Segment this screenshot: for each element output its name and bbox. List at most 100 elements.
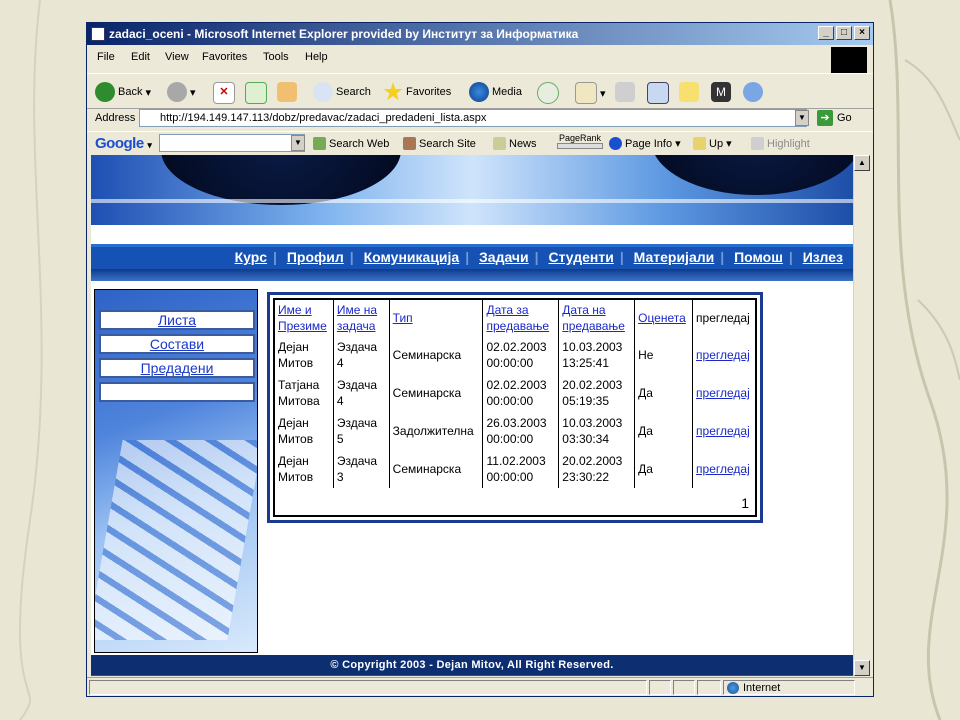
menu-file[interactable]: File — [97, 51, 115, 63]
nav-materijali[interactable]: Материјали — [634, 249, 715, 265]
title-bar: zadaci_oceni - Microsoft Internet Explor… — [87, 23, 873, 45]
edit-button[interactable] — [647, 82, 669, 104]
menu-tools[interactable]: Tools — [263, 51, 289, 63]
news-button[interactable]: News — [493, 137, 537, 150]
close-button[interactable]: × — [854, 26, 870, 40]
binoculars-icon — [313, 137, 326, 150]
search-web-button[interactable]: Search Web — [313, 137, 389, 150]
side-panel: Листа Состави Предадени — [94, 289, 258, 653]
up-button[interactable]: Up ▾ — [693, 137, 732, 150]
highlighter-icon — [751, 137, 764, 150]
sort-due-date-header[interactable]: Дата за предавање — [486, 303, 549, 333]
google-dropdown-icon[interactable]: ▼ — [291, 135, 305, 151]
keyboard-graphic — [95, 440, 257, 640]
maximize-button[interactable]: □ — [836, 26, 852, 40]
cell-graded: Да — [634, 374, 694, 412]
nav-komunikacija[interactable]: Комуникација — [364, 249, 460, 265]
mail-button[interactable]: ▾ — [575, 82, 606, 104]
cell-task: Эздача 4 — [333, 336, 390, 374]
cell-graded: Да — [634, 450, 694, 488]
internet-globe-icon — [727, 682, 739, 694]
favorites-button[interactable]: Favorites — [383, 82, 451, 102]
discuss-button[interactable] — [679, 82, 699, 102]
sidebar-link-lista[interactable]: Листа — [158, 312, 196, 328]
sidebar-item-predadeni[interactable]: Предадени — [99, 358, 255, 378]
cell-type: Задолжителна — [389, 412, 484, 450]
nav-pomosh[interactable]: Помош — [734, 249, 783, 265]
cell-submitted-date: 10.03.2003 13:25:41 — [558, 336, 636, 374]
minimize-button[interactable]: _ — [818, 26, 834, 40]
sort-name-header[interactable]: Име и Презиме — [278, 303, 327, 333]
cell-due-date: 26.03.2003 00:00:00 — [482, 412, 560, 450]
status-cell — [673, 680, 695, 695]
search-button[interactable]: Search — [313, 82, 371, 102]
messenger-icon — [743, 82, 763, 102]
messenger-m-button[interactable]: M — [711, 82, 731, 102]
note-icon — [679, 82, 699, 102]
nav-profil[interactable]: Профил — [287, 249, 344, 265]
google-search-input[interactable] — [159, 134, 305, 152]
toolbar: Back ▾ ▾ ✕ Search Favorites Media ▾ M — [87, 73, 873, 109]
search-site-button[interactable]: Search Site — [403, 137, 476, 150]
highlight-button[interactable]: Highlight — [751, 137, 810, 150]
refresh-button[interactable] — [245, 82, 267, 104]
sidebar-link-sostavi[interactable]: Состави — [150, 336, 204, 352]
sidebar-item-lista[interactable]: Листа — [99, 310, 255, 330]
cell-student: Дејан Митов — [275, 450, 334, 488]
address-dropdown-icon[interactable]: ▼ — [795, 110, 809, 126]
view-link[interactable]: прегледај — [696, 386, 750, 400]
back-label: Back — [118, 86, 143, 98]
sidebar-link-predadeni[interactable]: Предадени — [141, 360, 214, 376]
nav-kurs[interactable]: Курс — [235, 249, 267, 265]
edit-icon — [647, 82, 669, 104]
nav-studenti[interactable]: Студенти — [548, 249, 613, 265]
messenger-button[interactable] — [743, 82, 763, 102]
menu-view[interactable]: View — [165, 51, 189, 63]
up-label: Up — [709, 137, 724, 150]
menu-favorites[interactable]: Favorites — [202, 51, 247, 63]
view-link[interactable]: прегледај — [696, 462, 750, 476]
menu-help[interactable]: Help — [305, 51, 328, 63]
print-button[interactable] — [615, 82, 635, 102]
scroll-down-icon[interactable]: ▼ — [854, 660, 870, 676]
site-banner — [91, 155, 853, 225]
nav-zadachi[interactable]: Задачи — [479, 249, 529, 265]
media-button[interactable]: Media — [469, 82, 522, 102]
status-cell — [649, 680, 671, 695]
pagerank-bar — [557, 143, 603, 149]
google-logo[interactable]: Google ▾ — [95, 135, 152, 152]
forward-button[interactable]: ▾ — [167, 82, 196, 102]
go-button[interactable]: ➔ Go — [817, 110, 852, 126]
page-info-button[interactable]: Page Info ▾ — [609, 137, 681, 150]
view-link[interactable]: прегледај — [696, 348, 750, 362]
sort-type-header[interactable]: Тип — [393, 311, 413, 325]
google-logo-text: Google — [95, 135, 144, 152]
pager-page-number[interactable]: 1 — [741, 495, 749, 511]
back-button[interactable]: Back ▾ — [95, 82, 151, 102]
page-info-label: Page Info — [625, 137, 673, 150]
sort-submitted-date-header[interactable]: Дата на предавање — [562, 303, 625, 333]
status-bar: Internet — [87, 677, 873, 696]
sort-graded-header[interactable]: Оценета — [638, 311, 686, 325]
cell-student: Дејан Митов — [275, 336, 334, 374]
page-viewport: Курс | Профил | Комуникација | Задачи | Студ… — [91, 155, 853, 676]
cell-graded: Не — [634, 336, 694, 374]
view-link[interactable]: прегледај — [696, 424, 750, 438]
home-button[interactable] — [277, 82, 297, 102]
stop-button[interactable]: ✕ — [213, 82, 235, 104]
go-label: Go — [837, 112, 852, 124]
cell-due-date: 02.02.2003 00:00:00 — [482, 374, 560, 412]
table-row: Дејан Митов Эздача 4 Семинарска 02.02.20… — [275, 336, 755, 374]
cell-student: Татјана Митова — [275, 374, 334, 412]
security-zone: Internet — [727, 682, 780, 694]
address-input[interactable] — [139, 109, 807, 127]
vertical-scrollbar[interactable]: ▲ ▼ — [853, 155, 870, 676]
sort-task-header[interactable]: Име на задача — [337, 303, 377, 333]
submissions-table: Име и Презиме Име на задача Тип Дата за … — [275, 300, 755, 488]
history-button[interactable] — [537, 82, 559, 104]
menu-edit[interactable]: Edit — [131, 51, 150, 63]
scroll-up-icon[interactable]: ▲ — [854, 155, 870, 171]
cell-due-date: 02.02.2003 00:00:00 — [482, 336, 560, 374]
sidebar-item-sostavi[interactable]: Состави — [99, 334, 255, 354]
nav-izlez[interactable]: Излез — [803, 249, 843, 265]
